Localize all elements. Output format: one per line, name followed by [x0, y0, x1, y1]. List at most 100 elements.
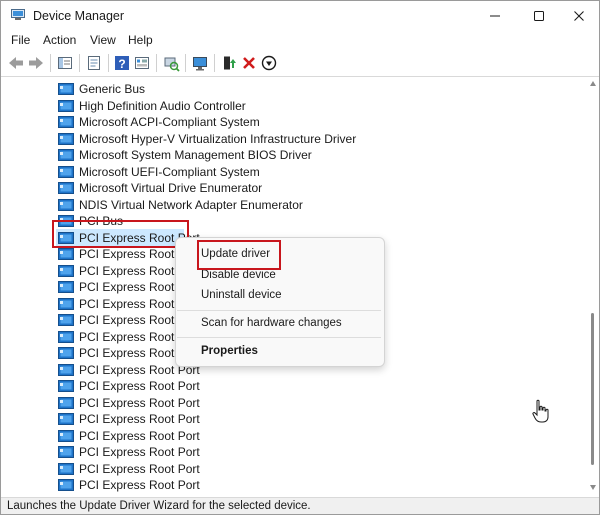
device-view-button[interactable]	[133, 54, 151, 72]
show-hide-tree-button[interactable]	[56, 54, 74, 72]
system-device-icon	[58, 429, 74, 442]
system-device-icon	[58, 165, 74, 178]
menu-action[interactable]: Action	[43, 33, 76, 47]
toolbar-separator	[185, 54, 186, 72]
menu-view[interactable]: View	[90, 33, 116, 47]
hand-cursor-icon	[532, 399, 549, 423]
uninstall-x-icon	[243, 57, 255, 69]
tree-item-label: NDIS Virtual Network Adapter Enumerator	[79, 197, 303, 212]
tree-item-label: Microsoft Hyper-V Virtualization Infrast…	[79, 131, 357, 146]
properties-sheet-icon	[88, 56, 100, 70]
context-menu-separator	[177, 337, 381, 338]
tree-item-label: Microsoft Virtual Drive Enumerator	[79, 181, 263, 195]
ctx-update-driver[interactable]: Update driver	[201, 248, 270, 260]
tree-item-label: PCI Bus	[79, 214, 124, 228]
close-button[interactable]	[557, 1, 599, 31]
scrollbar-thumb[interactable]	[591, 313, 594, 465]
scan-hardware-button[interactable]	[162, 54, 180, 72]
system-device-icon	[58, 149, 74, 161]
disable-device-button[interactable]	[260, 54, 278, 72]
forward-button[interactable]	[27, 54, 45, 72]
device-view-icon	[135, 57, 149, 69]
title-bar[interactable]: Device Manager	[1, 1, 599, 31]
minimize-icon	[490, 15, 500, 17]
system-device-icon	[58, 297, 74, 310]
scroll-up-arrow-icon[interactable]	[590, 81, 596, 86]
maximize-button[interactable]	[517, 1, 561, 31]
device-manager-window: Device Manager File Action View Help ? G…	[0, 0, 600, 515]
tree-item-label: Generic Bus	[79, 82, 146, 96]
tree-item-label: PCI Express Root Port	[79, 445, 200, 459]
scan-hardware-icon	[164, 57, 180, 72]
system-device-icon	[58, 330, 74, 343]
uninstall-button[interactable]	[240, 54, 258, 72]
menu-help[interactable]: Help	[128, 33, 153, 47]
system-device-icon	[58, 132, 74, 145]
window-title: Device Manager	[33, 9, 125, 23]
system-device-icon	[58, 314, 74, 326]
tree-item-label: PCI Express Root Port	[79, 478, 200, 492]
system-device-icon	[58, 99, 74, 112]
disable-device-icon	[261, 55, 277, 71]
toolbar-separator	[214, 54, 215, 72]
system-device-icon	[58, 396, 74, 409]
forward-arrow-icon	[29, 57, 43, 69]
status-text: Launches the Update Driver Wizard for th…	[7, 500, 311, 512]
tree-item-label: PCI Express Root Port	[79, 428, 200, 443]
back-arrow-icon	[9, 57, 23, 69]
system-device-icon	[58, 248, 74, 260]
ctx-scan-hardware-changes[interactable]: Scan for hardware changes	[201, 317, 342, 329]
toolbar-separator	[156, 54, 157, 72]
system-device-icon	[58, 281, 74, 293]
svg-text:?: ?	[118, 57, 125, 71]
system-device-icon	[58, 116, 74, 128]
minimize-button[interactable]	[473, 1, 517, 31]
status-bar: Launches the Update Driver Wizard for th…	[1, 497, 599, 514]
toolbar-separator	[50, 54, 51, 72]
device-manager-app-icon	[11, 9, 25, 20]
system-device-icon	[58, 462, 74, 475]
system-device-icon	[58, 83, 74, 95]
properties-button[interactable]	[85, 54, 103, 72]
toolbar: ?	[1, 50, 599, 77]
system-device-icon	[58, 182, 74, 194]
update-driver-icon	[224, 56, 236, 70]
toolbar-separator	[79, 54, 80, 72]
tree-item-label: PCI Express Root Port	[79, 412, 200, 426]
context-menu-separator	[177, 310, 381, 311]
monitor-icon	[193, 57, 207, 71]
tree-item-label: PCI Express Root Port	[79, 461, 200, 476]
system-device-icon	[58, 446, 74, 458]
tree-item-label: Microsoft UEFI-Compliant System	[79, 164, 260, 179]
help-icon: ?	[115, 56, 129, 71]
menu-file[interactable]: File	[11, 33, 30, 47]
tree-item-label: Microsoft ACPI-Compliant System	[79, 115, 260, 129]
system-device-icon	[58, 231, 74, 244]
tree-item-selected[interactable]: PCI Express Root Port	[56, 228, 200, 246]
system-device-icon	[58, 347, 74, 359]
context-menu: Update driver Disable device Uninstall d…	[175, 237, 385, 367]
tree-item-label: PCI Express Root Port	[79, 395, 200, 410]
back-button[interactable]	[7, 54, 25, 72]
system-device-icon	[58, 264, 74, 277]
monitor-button[interactable]	[191, 54, 209, 72]
tree-item-label: Microsoft System Management BIOS Driver	[79, 148, 312, 162]
ctx-properties[interactable]: Properties	[201, 345, 258, 357]
system-device-icon	[58, 413, 74, 425]
close-icon	[574, 11, 584, 21]
maximize-icon	[534, 11, 544, 21]
system-device-icon	[58, 363, 74, 376]
help-button[interactable]: ?	[113, 54, 131, 72]
system-device-icon	[58, 215, 74, 227]
scroll-down-arrow-icon[interactable]	[590, 485, 596, 490]
tree-item-label: High Definition Audio Controller	[79, 98, 246, 113]
tree-item-label: PCI Express Root Port	[79, 379, 200, 393]
system-device-icon	[58, 479, 74, 491]
update-driver-toolbar-button[interactable]	[220, 54, 238, 72]
vertical-scrollbar[interactable]	[587, 77, 599, 497]
ctx-uninstall-device[interactable]: Uninstall device	[201, 289, 282, 301]
toolbar-separator	[108, 54, 109, 72]
show-hide-tree-icon	[58, 57, 72, 69]
system-device-icon	[58, 380, 74, 392]
ctx-disable-device[interactable]: Disable device	[201, 269, 276, 281]
